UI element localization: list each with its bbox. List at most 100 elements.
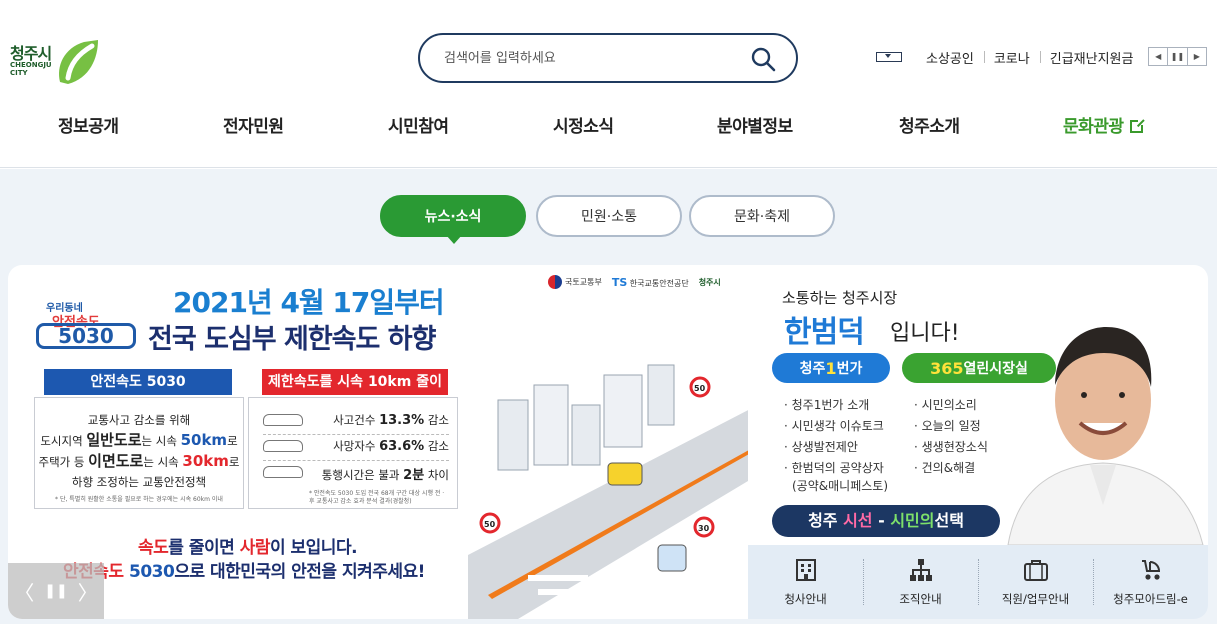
quick-links: 청사안내 조직안내 직원/업무안내 청주모아드림-e (748, 545, 1208, 619)
keyword-rolling-controls: ◀ ❚❚ ▶ (1148, 47, 1207, 66)
policy-line: 하향 조정하는 교통안전정책 (71, 475, 207, 489)
banner-title: 2021년 4월 17일부터 (173, 286, 445, 319)
effect-footnote: * 안전속도 5030 도입 전국 68개 구간 대상 시행 전 · 후 교통사… (309, 490, 445, 505)
mayor-link[interactable]: 시민생각 이슈토크 (784, 416, 888, 437)
divider (263, 434, 449, 435)
policy-line: 주택가 등 이면도로는 시속 30km로 (38, 452, 240, 470)
policy-footnote: * 단, 특별히 원활한 소통을 필요로 하는 경우에는 시속 60km 이내 (55, 496, 223, 503)
speed-sign-value: 30 (698, 524, 710, 533)
org-logo: 청주시 (699, 277, 721, 288)
policy-box: 교통사고 감소를 위해 도시지역 일반도로는 시속 50km로 주택가 등 이면… (34, 397, 244, 509)
car-crash-icon (263, 440, 303, 452)
keyword-pause-button[interactable]: ❚❚ (1168, 48, 1188, 65)
policy-line: 교통사고 감소를 위해 (87, 413, 191, 427)
mayor-subtitle: 소통하는 청주시장 (782, 289, 898, 307)
logo-leaf-icon (59, 40, 98, 84)
quick-link-organization[interactable]: 조직안내 (863, 545, 978, 619)
mayor-link[interactable]: 시민의소리 (914, 395, 988, 416)
mayor-name-suffix: 입니다! (890, 321, 960, 346)
effect-box-title: 제한속도를 시속 10km 줄이면? (262, 369, 448, 416)
mayor-panel: 소통하는 청주시장 한범덕 입니다! 청주1번가 365열린시장실 청주1번가 … (748, 265, 1208, 545)
cheongju-sisun-button[interactable]: 청주 시선 - 시민의선택 (772, 505, 1000, 537)
popular-keywords: 소상공인 코로나 긴급재난지원금 (876, 47, 1143, 67)
city-road-illustration: 50 50 30 (468, 364, 748, 619)
quick-link-label: 청주모아드림-e (1113, 592, 1188, 606)
tab-news[interactable]: 뉴스·소식 (380, 195, 526, 244)
ts-logo-icon: TS (611, 275, 628, 289)
cheongju-1st-street-button[interactable]: 청주 1 번가 (772, 353, 890, 383)
keyword-link[interactable]: 코로나 (983, 48, 1040, 67)
nav-about-cheongju[interactable]: 청주소개 (899, 112, 960, 137)
policy-line: 도시지역 일반도로는 시속 50km로 (40, 431, 238, 449)
banner-next-button[interactable]: 〉 (78, 577, 98, 606)
search-input[interactable] (444, 47, 744, 69)
main-nav: 정보공개 전자민원 시민참여 시정소식 분야별정보 청주소개 문화관광 (0, 112, 1217, 146)
building-icon (795, 559, 816, 581)
banner-prev-button[interactable]: 〈 (14, 577, 34, 606)
quick-link-staff-guide[interactable]: 직원/업무안내 (978, 545, 1093, 619)
nav-participation[interactable]: 시민참여 (388, 112, 449, 137)
mayor-link[interactable]: 상생발전제안 (784, 437, 888, 458)
quick-link-label: 직원/업무안내 (1001, 592, 1070, 606)
nav-culture-tourism[interactable]: 문화관광 (1063, 112, 1145, 137)
org-name: 국토교통부 (565, 277, 602, 287)
speed-sign-value: 50 (484, 520, 496, 529)
mayor-photo (1007, 327, 1204, 545)
keyword-link[interactable]: 소상공인 (916, 48, 984, 67)
quick-link-label: 청사안내 (784, 592, 827, 606)
content-tabs: 뉴스·소식 민원·소통 문화·축제 (0, 195, 1217, 244)
mayor-link[interactable]: 한범덕의 공약상자 (784, 458, 888, 479)
org-name: 청주시 (698, 277, 721, 287)
keyword-dropdown-icon[interactable] (876, 52, 902, 62)
org-logo: 국토교통부 (548, 275, 602, 289)
banner-slogan-2: 안전속도 5030으로 대한민국의 안전을 지켜주세요! (63, 562, 425, 582)
briefcase-icon (1023, 560, 1048, 581)
stroller-icon (1141, 560, 1160, 580)
site-header: 청주시 CHEONGJU CITY 소상공인 코로나 긴급재난지원금 ◀ ❚❚ … (0, 0, 1217, 168)
tab-civil-communication[interactable]: 민원·소통 (536, 195, 682, 237)
nav-info-disclosure[interactable]: 정보공개 (58, 112, 119, 137)
mayor-link[interactable]: 청주1번가 소개 (784, 395, 888, 416)
badge-line3: 5030 (36, 323, 136, 349)
quick-link-building-guide[interactable]: 청사안내 (748, 545, 863, 619)
mayor-links-right: 시민의소리 오늘의 일정 생생현장소식 건의&해결 (914, 395, 988, 479)
nav-culture-label: 문화관광 (1063, 117, 1124, 137)
car-crash-icon (263, 414, 303, 426)
effect-box: 사고건수 13.3% 감소 사망자수 63.6% 감소 통행시간은 불과 2분 … (248, 397, 458, 509)
mayor-link[interactable]: 건의&해결 (914, 458, 988, 479)
mayor-link[interactable]: 생생현장소식 (914, 437, 988, 458)
nav-city-news[interactable]: 시정소식 (553, 112, 614, 137)
divider (263, 460, 449, 461)
keyword-next-button[interactable]: ▶ (1188, 48, 1206, 65)
org-logos: 국토교통부 TS 한국교통안전공단 청주시 (548, 275, 721, 289)
tab-culture-festival[interactable]: 문화·축제 (689, 195, 835, 237)
mayor-link[interactable]: 오늘의 일정 (914, 416, 988, 437)
speed-sign-value: 50 (694, 384, 706, 393)
search-box (418, 33, 798, 83)
quick-link-label: 조직안내 (899, 592, 942, 606)
banner-controls: 〈 ❚❚ 〉 (8, 563, 104, 619)
nav-e-civil[interactable]: 전자민원 (223, 112, 284, 137)
external-link-icon (1129, 118, 1145, 133)
org-logo: TS 한국교통안전공단 (612, 276, 689, 289)
banner-subtitle: 전국 도심부 제한속도 하향 (148, 324, 436, 355)
effect-row: 사고건수 13.3% 감소 (263, 412, 449, 428)
effect-row: 통행시간은 불과 2분 차이 (263, 464, 449, 483)
mayor-link-continuation[interactable]: (공약&매니페스토) (784, 479, 888, 493)
search-icon[interactable] (750, 46, 776, 72)
policy-box-title: 안전속도 5030 (44, 369, 232, 395)
org-chart-icon (909, 559, 932, 581)
keyword-link[interactable]: 긴급재난지원금 (1039, 48, 1144, 67)
mayor-name: 한범덕 (784, 315, 865, 350)
main-banner[interactable]: 우리동네 안전속도 5030 2021년 4월 17일부터 전국 도심부 제한속… (8, 265, 748, 619)
quick-link-moa-dream[interactable]: 청주모아드림-e (1093, 545, 1208, 619)
nav-field-info[interactable]: 분야별정보 (717, 112, 793, 137)
taegeuk-icon (548, 275, 562, 289)
car-timer-icon (263, 466, 303, 478)
mayor-links-left: 청주1번가 소개 시민생각 이슈토크 상생발전제안 한범덕의 공약상자 (공약&… (784, 395, 888, 493)
keyword-prev-button[interactable]: ◀ (1149, 48, 1169, 65)
site-logo[interactable]: 청주시 CHEONGJU CITY (10, 38, 102, 88)
org-name: 한국교통안전공단 (629, 278, 689, 288)
banner-pause-button[interactable]: ❚❚ (44, 583, 67, 599)
banner-slogan-1: 속도를 줄이면 사람이 보입니다. (138, 538, 358, 558)
